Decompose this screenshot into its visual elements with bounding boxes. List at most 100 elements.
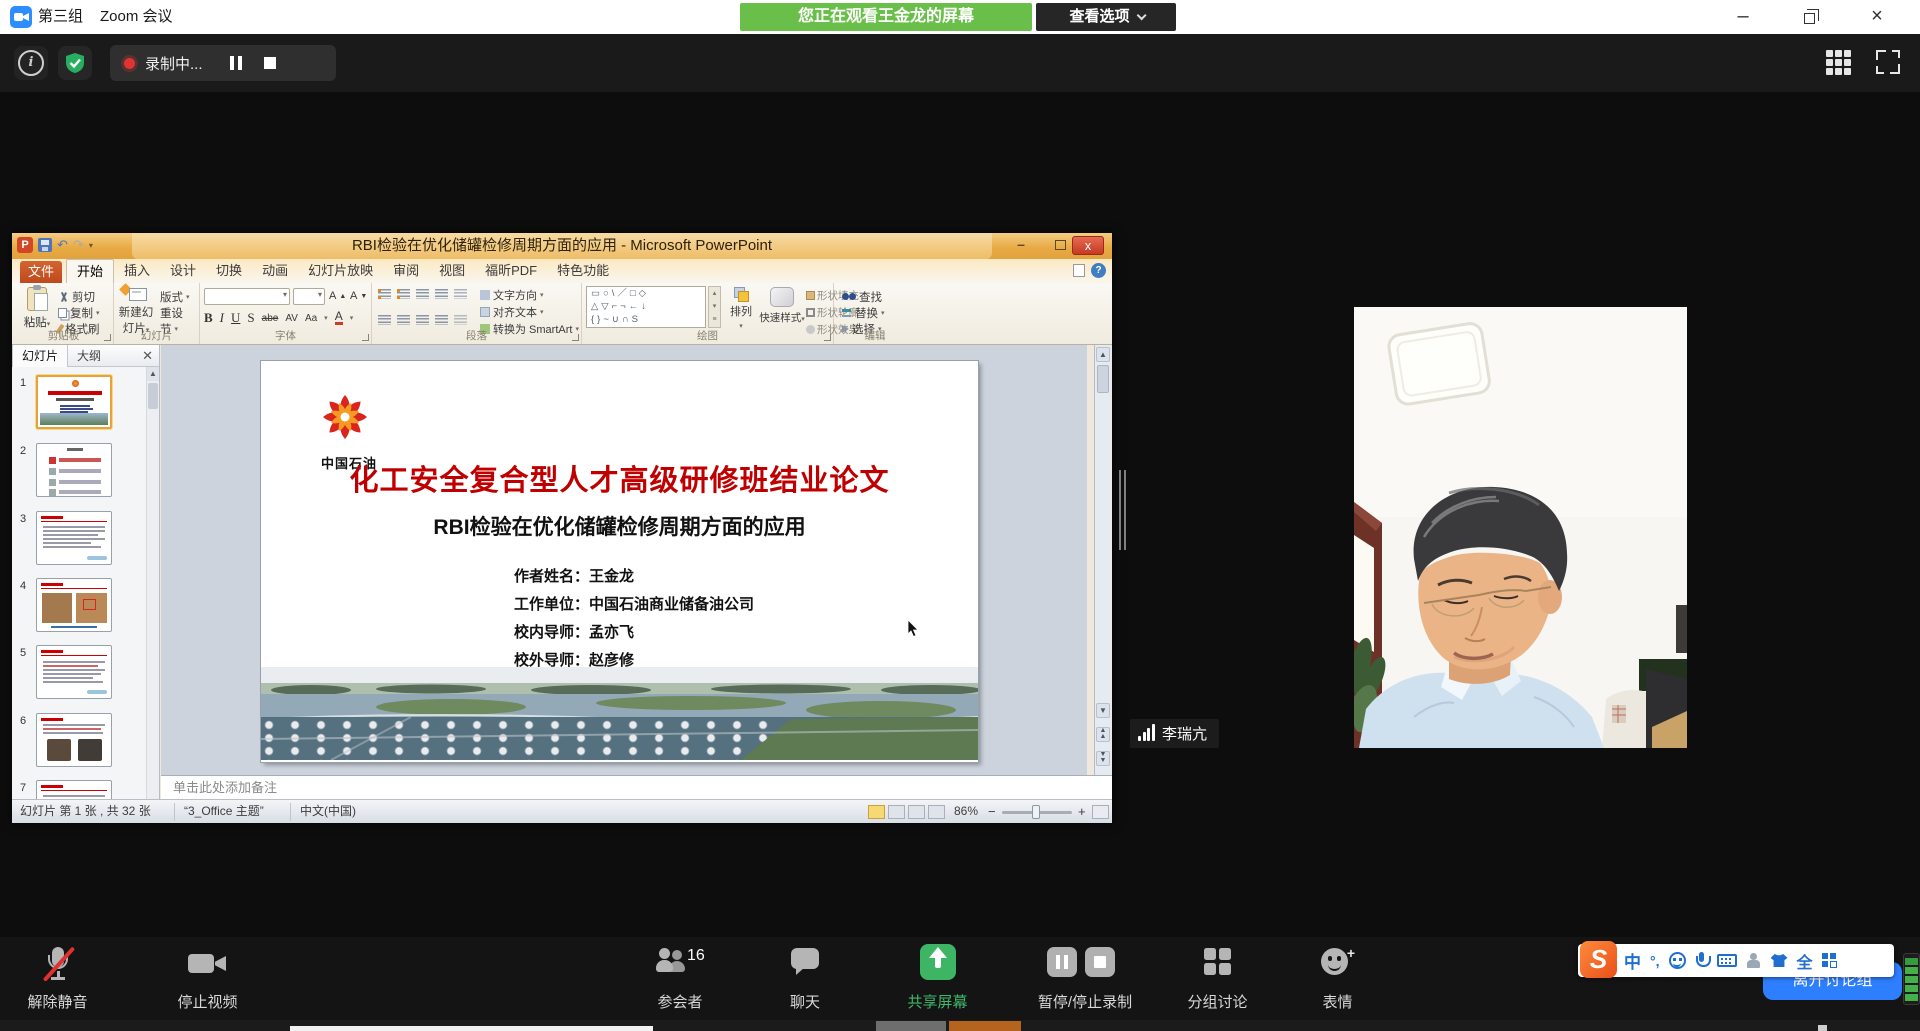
scrollbar-thumb[interactable] bbox=[1097, 365, 1109, 393]
increase-indent-icon[interactable] bbox=[435, 289, 448, 299]
underline-icon[interactable]: U bbox=[231, 310, 240, 326]
shrink-font-button[interactable]: A▼ bbox=[350, 290, 367, 302]
slide-thumbnail-6[interactable] bbox=[36, 713, 112, 767]
tab-special-features[interactable]: 特色功能 bbox=[547, 259, 619, 283]
scroll-down-icon[interactable]: ▼ bbox=[1096, 703, 1110, 718]
tab-transitions[interactable]: 切换 bbox=[206, 259, 252, 283]
font-dialog-launcher[interactable] bbox=[362, 334, 369, 341]
tab-slides-thumbnails[interactable]: 幻灯片 bbox=[12, 345, 68, 367]
zoom-slider[interactable] bbox=[1002, 811, 1072, 814]
ime-keyboard-icon[interactable] bbox=[1717, 954, 1737, 967]
ime-voice-icon[interactable] bbox=[1695, 952, 1708, 970]
pause-recording-icon[interactable] bbox=[1047, 947, 1077, 977]
find-button[interactable]: 查找 bbox=[842, 289, 882, 305]
stop-recording-button[interactable] bbox=[257, 50, 283, 76]
bold-icon[interactable]: B bbox=[204, 310, 213, 326]
layout-divider-handle[interactable] bbox=[1119, 470, 1129, 550]
ime-punctuation-mode[interactable]: °, bbox=[1650, 953, 1660, 969]
slide-canvas[interactable]: 中国石油 化工安全复合型人才高级研修班结业论文 RBI检验在优化储罐检修周期方面… bbox=[261, 361, 978, 762]
slide-thumbnail-5[interactable] bbox=[36, 645, 112, 699]
character-spacing-icon[interactable]: AV bbox=[285, 313, 298, 324]
pause-recording-button[interactable] bbox=[223, 50, 249, 76]
tab-design[interactable]: 设计 bbox=[160, 259, 206, 283]
slide-thumbnail-3[interactable] bbox=[36, 511, 112, 565]
meeting-info-icon[interactable] bbox=[14, 46, 48, 80]
zoom-in-icon[interactable]: + bbox=[1078, 800, 1086, 824]
slide-thumbnail-7[interactable] bbox=[36, 780, 112, 799]
notes-pane[interactable]: 单击此处添加备注 bbox=[161, 775, 1112, 799]
clipboard-dialog-launcher[interactable] bbox=[104, 334, 111, 341]
save-icon[interactable] bbox=[38, 238, 52, 252]
redo-icon[interactable]: ↷ bbox=[73, 238, 84, 252]
editor-scrollbar[interactable]: ▲ ▼ ▲▲ ▼▼ bbox=[1094, 345, 1111, 775]
ime-account-icon[interactable] bbox=[1746, 953, 1762, 969]
sogou-input-icon[interactable]: S bbox=[1580, 941, 1617, 978]
tab-home[interactable]: 开始 bbox=[66, 259, 114, 283]
tab-slideshow[interactable]: 幻灯片放映 bbox=[298, 259, 383, 283]
slide-thumbnail-1[interactable] bbox=[36, 375, 112, 429]
maximize-button[interactable] bbox=[1788, 0, 1830, 34]
shape-gallery-scrollbar[interactable]: ▴▾≡ bbox=[708, 286, 721, 328]
fullscreen-icon[interactable] bbox=[1876, 50, 1900, 74]
layout-button[interactable]: 版式▾ bbox=[160, 289, 190, 305]
ppt-minimize-button[interactable]: – bbox=[1008, 237, 1034, 254]
scroll-up-icon[interactable]: ▲ bbox=[1096, 347, 1110, 362]
tab-outline[interactable]: 大纲 bbox=[68, 345, 110, 367]
ime-toolbox-icon[interactable] bbox=[1822, 953, 1837, 968]
participant-video-tile[interactable] bbox=[1354, 307, 1687, 748]
chat-button[interactable]: 聊天 bbox=[755, 937, 855, 1020]
zoom-out-icon[interactable]: − bbox=[988, 800, 996, 824]
ime-emoji-icon[interactable] bbox=[1669, 952, 1686, 969]
reactions-button[interactable]: + 表情 bbox=[1290, 937, 1385, 1020]
cut-button[interactable]: 剪切 bbox=[58, 289, 95, 305]
normal-view-icon[interactable] bbox=[868, 805, 885, 819]
font-name-combobox[interactable] bbox=[204, 288, 290, 305]
shape-gallery[interactable]: ▭○\／□◇△▽⌐¬←↓{}~∪∩S bbox=[586, 286, 706, 328]
zoom-slider-thumb[interactable] bbox=[1032, 805, 1040, 819]
undo-icon[interactable]: ↶ bbox=[57, 238, 68, 252]
ime-skin-icon[interactable] bbox=[1771, 954, 1788, 967]
copy-button[interactable]: 复制▾ bbox=[58, 305, 100, 321]
pause-stop-recording-button[interactable]: 暂停/停止录制 bbox=[1000, 937, 1170, 1020]
shadow-icon[interactable]: S bbox=[247, 310, 254, 326]
unmute-button[interactable]: 解除静音 bbox=[5, 937, 110, 1020]
close-pane-icon[interactable]: ✕ bbox=[142, 348, 153, 364]
ime-fullwidth-mode[interactable]: 全 bbox=[1797, 949, 1813, 973]
grow-font-button[interactable]: A▲ bbox=[329, 290, 346, 302]
font-color-icon[interactable]: A bbox=[335, 311, 343, 325]
strikethrough-icon[interactable]: abe bbox=[262, 313, 279, 324]
bullets-icon[interactable] bbox=[378, 289, 391, 299]
gallery-view-icon[interactable] bbox=[1826, 50, 1852, 76]
justify-icon[interactable] bbox=[435, 315, 448, 325]
thumbnails-scrollbar[interactable]: ▲ bbox=[146, 367, 159, 799]
paste-button[interactable]: 粘贴▾ bbox=[18, 287, 56, 330]
tab-animations[interactable]: 动画 bbox=[252, 259, 298, 283]
share-screen-button[interactable]: 共享屏幕 bbox=[870, 937, 1005, 1020]
reading-view-icon[interactable] bbox=[908, 805, 925, 819]
next-slide-button[interactable]: ▼▼ bbox=[1096, 751, 1110, 766]
help-icon[interactable]: ? bbox=[1091, 263, 1106, 278]
tab-foxit-pdf[interactable]: 福昕PDF bbox=[475, 259, 547, 283]
paragraph-dialog-launcher[interactable] bbox=[572, 334, 579, 341]
minimize-button[interactable]: – bbox=[1722, 0, 1764, 34]
align-text-button[interactable]: 对齐文本▾ bbox=[480, 304, 544, 320]
tab-insert[interactable]: 插入 bbox=[114, 259, 160, 283]
breakout-rooms-button[interactable]: 分组讨论 bbox=[1150, 937, 1285, 1020]
align-left-icon[interactable] bbox=[378, 315, 391, 325]
previous-slide-button[interactable]: ▲▲ bbox=[1096, 727, 1110, 742]
numbering-icon[interactable] bbox=[397, 289, 410, 299]
slide-thumbnail-4[interactable] bbox=[36, 578, 112, 632]
quick-styles-button[interactable]: 快速样式▾ bbox=[758, 287, 806, 325]
tab-file[interactable]: 文件 bbox=[20, 261, 62, 283]
arrange-button[interactable]: 排列▾ bbox=[724, 287, 758, 331]
slide-sorter-view-icon[interactable] bbox=[888, 805, 905, 819]
line-spacing-icon[interactable] bbox=[454, 289, 467, 299]
align-center-icon[interactable] bbox=[397, 315, 410, 325]
drawing-dialog-launcher[interactable] bbox=[824, 334, 831, 341]
slideshow-view-icon[interactable] bbox=[928, 805, 945, 819]
close-button[interactable]: × bbox=[1856, 0, 1898, 34]
italic-icon[interactable]: I bbox=[220, 310, 224, 326]
view-options-button[interactable]: 查看选项 bbox=[1036, 3, 1176, 31]
qat-customize-icon[interactable]: ▾ bbox=[89, 241, 93, 250]
font-size-combobox[interactable] bbox=[293, 288, 325, 305]
